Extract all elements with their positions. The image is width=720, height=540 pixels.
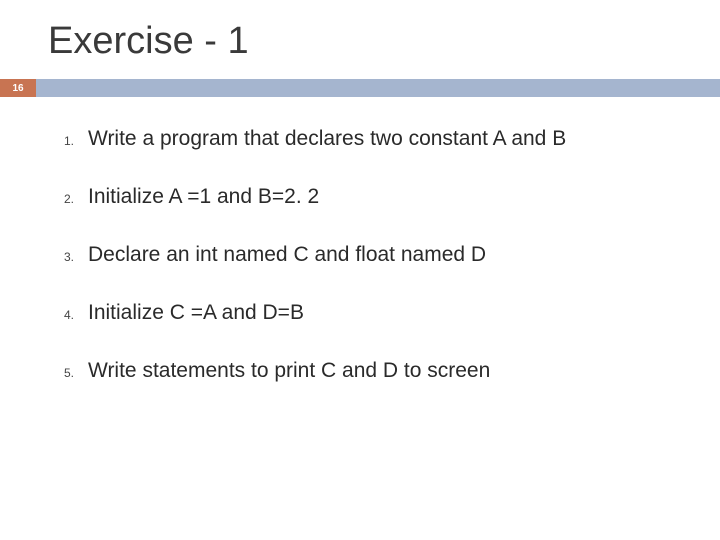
exercise-list: 1. Write a program that declares two con… <box>60 127 680 383</box>
page-number: 16 <box>12 83 23 94</box>
list-text: Declare an int named C and float named D <box>88 243 486 267</box>
list-number: 3. <box>60 250 88 264</box>
slide-title: Exercise - 1 <box>0 0 720 79</box>
list-item: 5. Write statements to print C and D to … <box>60 359 680 383</box>
list-text: Write statements to print C and D to scr… <box>88 359 490 383</box>
list-number: 5. <box>60 366 88 380</box>
list-text: Initialize C =A and D=B <box>88 301 304 325</box>
divider-fill <box>36 79 720 97</box>
divider-bar: 16 <box>0 79 720 97</box>
list-item: 1. Write a program that declares two con… <box>60 127 680 151</box>
page-number-box: 16 <box>0 79 36 97</box>
list-number: 4. <box>60 308 88 322</box>
list-number: 2. <box>60 192 88 206</box>
list-item: 4. Initialize C =A and D=B <box>60 301 680 325</box>
list-item: 3. Declare an int named C and float name… <box>60 243 680 267</box>
list-number: 1. <box>60 134 88 148</box>
list-text: Initialize A =1 and B=2. 2 <box>88 185 319 209</box>
content-area: 1. Write a program that declares two con… <box>0 97 720 383</box>
list-item: 2. Initialize A =1 and B=2. 2 <box>60 185 680 209</box>
list-text: Write a program that declares two consta… <box>88 127 566 151</box>
